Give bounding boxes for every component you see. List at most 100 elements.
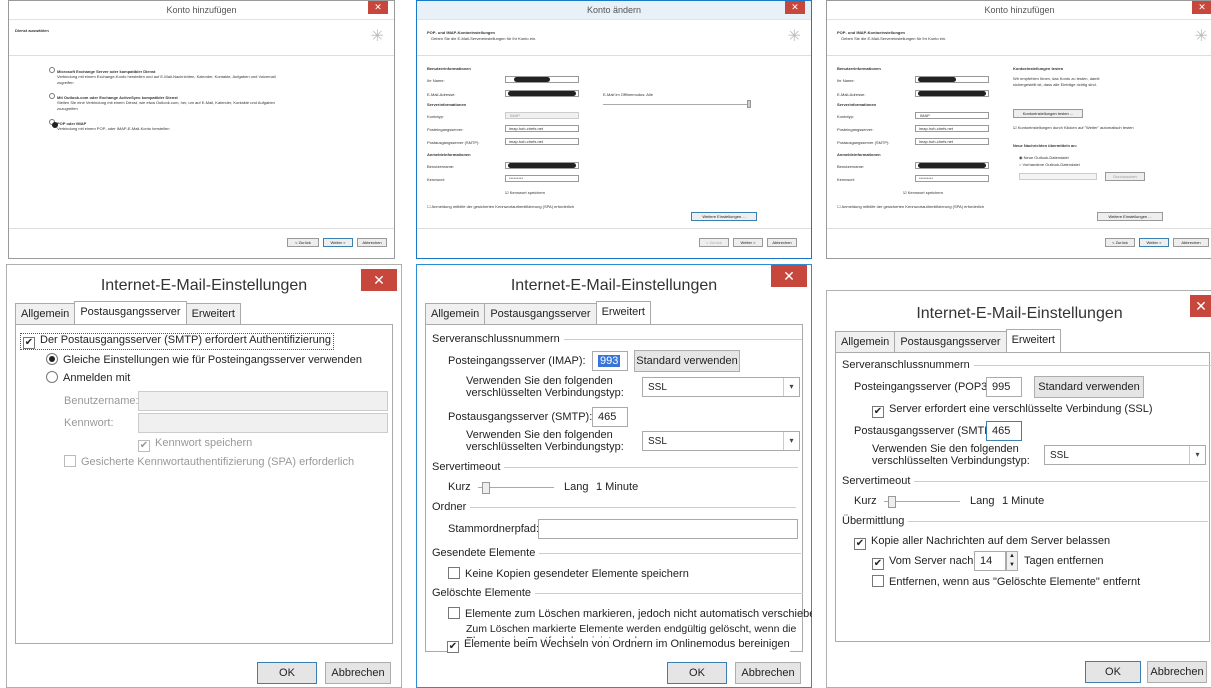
incoming-port-input[interactable]: 993	[592, 351, 628, 371]
close-button[interactable]: ✕	[1190, 295, 1211, 317]
more-settings-button[interactable]: Weitere Einstellungen ...	[691, 212, 757, 221]
back-button[interactable]: < Zurück	[287, 238, 319, 247]
timeout-slider-thumb[interactable]	[888, 496, 896, 508]
window-title: Konto hinzufügen	[166, 5, 237, 15]
user-input[interactable]	[915, 162, 989, 169]
outgoing-port-input[interactable]: 465	[986, 421, 1022, 441]
ok-button[interactable]: OK	[1085, 661, 1141, 683]
close-button[interactable]: ✕	[785, 1, 805, 14]
window-title: Internet-E-Mail-Einstellungen	[100, 277, 308, 294]
outgoing-port-input[interactable]: 465	[592, 407, 628, 427]
tab-advanced[interactable]: Erweitert	[185, 303, 241, 325]
browse-button[interactable]: Durchsuchen	[1105, 172, 1145, 181]
tab-outgoing-server[interactable]: Postausgangsserver	[484, 303, 597, 325]
option-activesync[interactable]: Mit Outlook.com oder Exchange ActiveSync…	[49, 93, 178, 100]
tab-advanced[interactable]: Erweitert	[595, 301, 651, 325]
spa-checkbox[interactable]: Gesicherte Kennwortauthentifizierung (SP…	[64, 455, 354, 468]
next-button[interactable]: Weiter >	[733, 238, 763, 247]
password-input[interactable]	[138, 413, 388, 433]
cancel-button[interactable]: Abbrechen	[357, 238, 387, 247]
use-default-button[interactable]: Standard verwenden	[634, 350, 740, 372]
cancel-button[interactable]: Abbrechen	[1173, 238, 1209, 247]
encryption2-select[interactable]: SSL ▾	[642, 431, 800, 451]
name-input[interactable]	[915, 76, 989, 83]
purge-checkbox[interactable]: ✔ Elemente beim Wechseln von Ordnern im O…	[447, 638, 790, 653]
existing-file-radio[interactable]: ○ Vorhandene Outlook-Datendatei	[1019, 162, 1080, 167]
remove-after-checkbox[interactable]: ✔ Vom Server nach	[872, 555, 973, 570]
incoming-port-input[interactable]: 995	[986, 377, 1022, 397]
tab-outgoing-server[interactable]: Postausgangsserver	[894, 331, 1007, 353]
next-button[interactable]: Weiter >	[323, 238, 353, 247]
user-input[interactable]	[505, 162, 579, 169]
outgoing-input[interactable]: imap.hoh-chefs.net	[915, 138, 989, 145]
ok-button[interactable]: OK	[667, 662, 727, 684]
days-input[interactable]: 14	[974, 551, 1006, 571]
login-with-radio[interactable]: Anmelden mit	[46, 371, 130, 384]
save-password-checkbox[interactable]: ✔ Kennwort speichern	[138, 437, 252, 452]
keep-copy-checkbox[interactable]: ✔ Kopie aller Nachrichten auf dem Server …	[854, 535, 1110, 550]
ssl-required-checkbox[interactable]: ✔ Server erfordert eine verschlüsselte Ve…	[872, 403, 1153, 418]
offline-slider[interactable]	[603, 104, 749, 105]
close-button[interactable]: ✕	[771, 265, 807, 287]
tab-outgoing-server[interactable]: Postausgangsserver	[74, 301, 187, 325]
password-input[interactable]: *********	[915, 175, 989, 182]
cancel-button[interactable]: Abbrechen	[735, 662, 801, 684]
heading: POP- und IMAP-Kontoeinstellungen	[427, 30, 495, 35]
option-exchange[interactable]: Microsoft Exchange Server oder kompatibl…	[49, 67, 155, 74]
spa-checkbox[interactable]: ☐ Anmeldung mithilfe der gesicherten Ken…	[427, 204, 574, 209]
timeout-slider[interactable]	[884, 496, 960, 508]
type-select[interactable]: IMAP	[915, 112, 989, 119]
user-input[interactable]	[138, 391, 388, 411]
offline-slider-thumb[interactable]	[747, 100, 751, 108]
cancel-button[interactable]: Abbrechen	[1147, 661, 1207, 683]
encryption-select[interactable]: SSL ▾	[642, 377, 800, 397]
close-button[interactable]: ✕	[368, 1, 388, 14]
heading: POP- und IMAP-Kontoeinstellungen	[837, 30, 905, 35]
no-copies-checkbox[interactable]: Keine Kopien gesendeter Elemente speiche…	[448, 567, 689, 580]
auth-required-label: Der Postausgangsserver (SMTP) erfordert …	[40, 334, 332, 346]
timeout-slider-thumb[interactable]	[482, 482, 490, 494]
save-password-checkbox[interactable]: ☑ Kennwort speichern	[505, 190, 545, 195]
outgoing-input[interactable]: imap.hoh-chefs.net	[505, 138, 579, 145]
incoming-input[interactable]: imap.hoh-chefs.net	[915, 125, 989, 132]
same-settings-radio[interactable]: Gleiche Einstellungen wie für Posteingan…	[46, 353, 362, 366]
auth-required-checkbox[interactable]: ✔ Der Postausgangsserver (SMTP) erfordert…	[20, 333, 335, 350]
mark-delete-checkbox[interactable]: Elemente zum Löschen markieren, jedoch n…	[448, 607, 812, 620]
tab-advanced[interactable]: Erweitert	[1005, 329, 1061, 353]
new-file-radio[interactable]: ◉ Neue Outlook-Datendatei	[1019, 155, 1069, 160]
file-path-input[interactable]	[1019, 173, 1097, 180]
tab-bar: Allgemein Postausgangsserver Erweitert	[15, 301, 241, 325]
root-path-input[interactable]	[538, 519, 798, 539]
days-spinner[interactable]: ▲ ▼	[1006, 551, 1018, 571]
close-button[interactable]: ✕	[361, 269, 397, 291]
auto-test-checkbox[interactable]: ☑ Kontoeinstellungen durch Klicken auf "…	[1013, 125, 1134, 130]
option-pop-imap[interactable]: POP oder IMAP	[49, 119, 86, 128]
spin-down-icon[interactable]: ▼	[1007, 561, 1017, 570]
save-password-checkbox[interactable]: ☑ Kennwort speichern	[903, 190, 943, 195]
use-default-button[interactable]: Standard verwenden	[1034, 376, 1144, 398]
password-input[interactable]: *********	[505, 175, 579, 182]
email-input[interactable]	[505, 90, 579, 97]
spin-up-icon[interactable]: ▲	[1007, 552, 1017, 561]
email-input[interactable]	[915, 90, 989, 97]
spa-checkbox[interactable]: ☐ Anmeldung mithilfe der gesicherten Ken…	[837, 204, 984, 209]
tab-general[interactable]: Allgemein	[425, 303, 486, 325]
title-bar: Konto hinzufügen ✕	[827, 1, 1211, 20]
remove-deleted-checkbox[interactable]: Entfernen, wenn aus "Gelöschte Elemente"…	[872, 575, 1140, 588]
next-button[interactable]: Weiter >	[1139, 238, 1169, 247]
tab-general[interactable]: Allgemein	[15, 303, 76, 325]
cancel-button[interactable]: Abbrechen	[325, 662, 391, 684]
name-input[interactable]	[505, 76, 579, 83]
back-button[interactable]: < Zurück	[699, 238, 729, 247]
close-button[interactable]: ✕	[1192, 1, 1211, 14]
ok-button[interactable]: OK	[257, 662, 317, 684]
new-file-label: Neue Outlook-Datendatei	[1023, 155, 1069, 160]
tab-general[interactable]: Allgemein	[835, 331, 896, 353]
cancel-button[interactable]: Abbrechen	[767, 238, 797, 247]
more-settings-button[interactable]: Weitere Einstellungen ...	[1097, 212, 1163, 221]
encryption-select[interactable]: SSL ▾	[1044, 445, 1206, 465]
test-settings-button[interactable]: Kontoeinstellungen testen ...	[1013, 109, 1083, 118]
incoming-input[interactable]: imap.hoh-chefs.net	[505, 125, 579, 132]
timeout-slider[interactable]	[478, 482, 554, 494]
back-button[interactable]: < Zurück	[1105, 238, 1135, 247]
